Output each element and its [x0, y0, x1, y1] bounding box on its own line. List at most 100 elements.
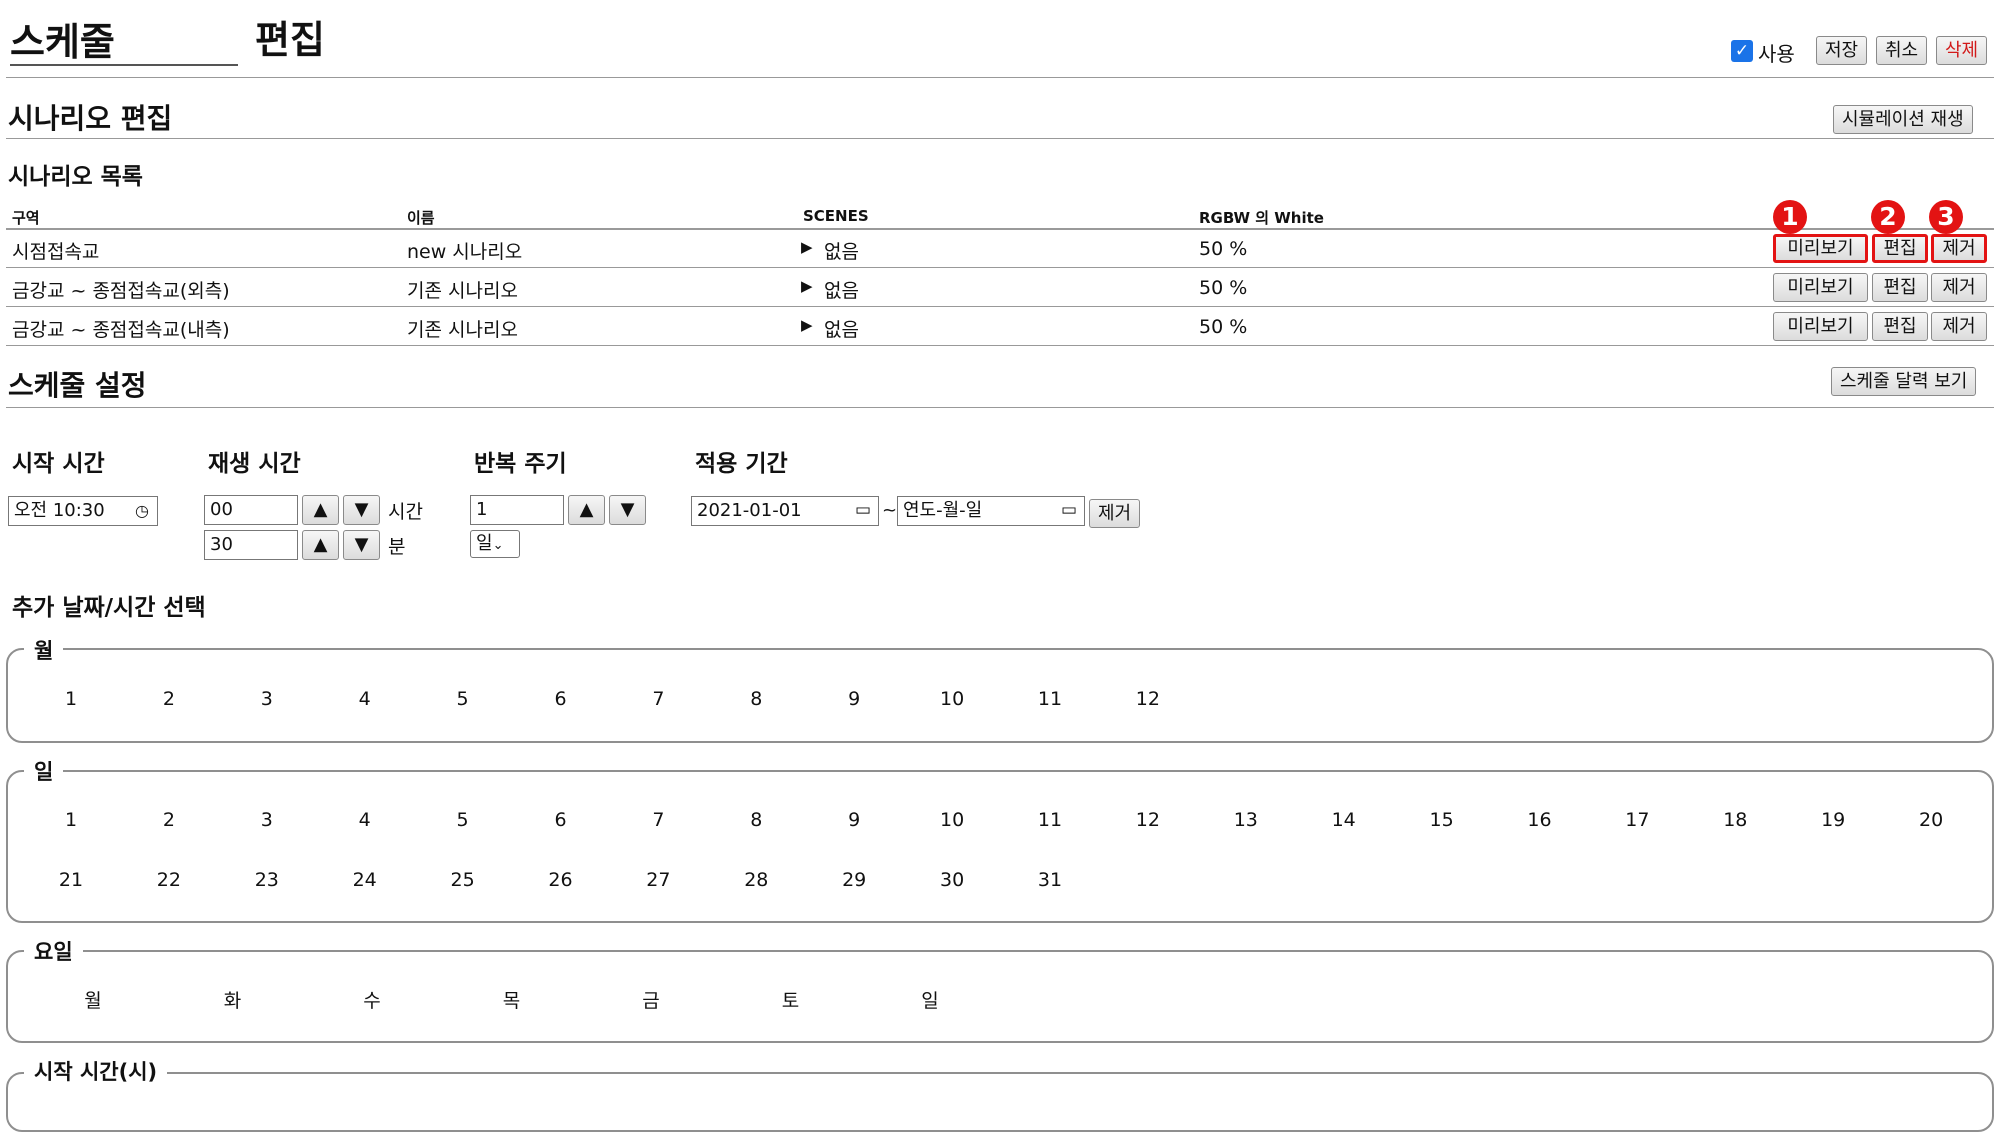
- month-option-7[interactable]: 7: [628, 688, 688, 710]
- scenario-list-heading: 시나리오 목록: [8, 164, 143, 190]
- month-option-3[interactable]: 3: [237, 688, 297, 710]
- save-button[interactable]: 저장: [1816, 36, 1868, 65]
- col-name: 이름: [407, 209, 435, 227]
- remove-button[interactable]: 제거: [1931, 312, 1987, 341]
- month-option-6[interactable]: 6: [531, 688, 591, 710]
- play-triangle-icon[interactable]: ▶: [801, 277, 813, 295]
- hours-unit: 시간: [388, 501, 423, 523]
- day-option-9[interactable]: 9: [824, 809, 884, 831]
- clock-icon[interactable]: ◷: [135, 497, 149, 524]
- row-name: 기존 시나리오: [407, 280, 518, 302]
- day-option-3[interactable]: 3: [237, 809, 297, 831]
- day-option-6[interactable]: 6: [531, 809, 591, 831]
- day-option-23[interactable]: 23: [237, 869, 297, 891]
- day-option-13[interactable]: 13: [1216, 809, 1276, 831]
- row-scenes: 없음: [824, 319, 859, 341]
- day-option-8[interactable]: 8: [726, 809, 786, 831]
- month-option-12[interactable]: 12: [1118, 688, 1178, 710]
- preview-button[interactable]: 미리보기: [1773, 234, 1868, 263]
- repeat-unit-select[interactable]: 일⌄: [470, 530, 520, 558]
- col-zone: 구역: [12, 209, 40, 227]
- day-option-4[interactable]: 4: [335, 809, 395, 831]
- col-white: RGBW 의 White: [1199, 209, 1324, 227]
- day-option-26[interactable]: 26: [531, 869, 591, 891]
- day-option-17[interactable]: 17: [1607, 809, 1667, 831]
- hours-down-button[interactable]: ▼: [343, 495, 380, 525]
- preview-button[interactable]: 미리보기: [1773, 312, 1868, 341]
- delete-button[interactable]: 삭제: [1936, 36, 1988, 65]
- remove-button[interactable]: 제거: [1931, 273, 1987, 302]
- day-option-29[interactable]: 29: [824, 869, 884, 891]
- day-option-14[interactable]: 14: [1314, 809, 1374, 831]
- month-option-11[interactable]: 11: [1020, 688, 1080, 710]
- row-zone: 금강교 ~ 종점접속교(외측): [12, 280, 230, 302]
- day-option-21[interactable]: 21: [41, 869, 101, 891]
- badge-2: 2: [1871, 200, 1905, 234]
- day-option-11[interactable]: 11: [1020, 809, 1080, 831]
- month-option-1[interactable]: 1: [41, 688, 101, 710]
- day-option-12[interactable]: 12: [1118, 809, 1178, 831]
- repeat-input[interactable]: 1: [470, 495, 564, 525]
- play-triangle-icon[interactable]: ▶: [801, 238, 813, 256]
- row-divider: [6, 345, 1994, 346]
- weekday-option-화[interactable]: 화: [203, 986, 263, 1013]
- day-option-7[interactable]: 7: [628, 809, 688, 831]
- day-fieldset: [6, 770, 1994, 923]
- simulation-play-button[interactable]: 시뮬레이션 재생: [1833, 105, 1973, 134]
- month-option-9[interactable]: 9: [824, 688, 884, 710]
- day-option-19[interactable]: 19: [1803, 809, 1863, 831]
- minutes-input[interactable]: 30: [204, 530, 298, 560]
- day-option-30[interactable]: 30: [922, 869, 982, 891]
- use-checkbox[interactable]: ✓: [1731, 40, 1753, 62]
- play-triangle-icon[interactable]: ▶: [801, 316, 813, 334]
- hours-input[interactable]: 00: [204, 495, 298, 525]
- start-time-input[interactable]: 오전 10:30 ◷: [8, 496, 158, 526]
- day-option-18[interactable]: 18: [1705, 809, 1765, 831]
- month-option-4[interactable]: 4: [335, 688, 395, 710]
- weekday-option-목[interactable]: 목: [482, 986, 542, 1013]
- cancel-button[interactable]: 취소: [1876, 36, 1928, 65]
- day-option-24[interactable]: 24: [335, 869, 395, 891]
- minutes-up-button[interactable]: ▲: [302, 530, 339, 560]
- month-legend: 월: [24, 639, 64, 663]
- repeat-down-button[interactable]: ▼: [609, 495, 646, 525]
- month-option-8[interactable]: 8: [726, 688, 786, 710]
- day-option-15[interactable]: 15: [1412, 809, 1472, 831]
- period-remove-button[interactable]: 제거: [1089, 499, 1141, 528]
- period-start-value: 2021-01-01: [697, 500, 802, 521]
- period-end-input[interactable]: 연도-월-일 ▭: [897, 496, 1085, 526]
- preview-button[interactable]: 미리보기: [1773, 273, 1868, 302]
- calendar-icon[interactable]: ▭: [855, 497, 871, 524]
- day-option-27[interactable]: 27: [628, 869, 688, 891]
- day-option-20[interactable]: 20: [1901, 809, 1961, 831]
- day-option-2[interactable]: 2: [139, 809, 199, 831]
- edit-button[interactable]: 편집: [1872, 234, 1928, 263]
- day-option-5[interactable]: 5: [433, 809, 493, 831]
- hours-up-button[interactable]: ▲: [302, 495, 339, 525]
- edit-button[interactable]: 편집: [1872, 312, 1928, 341]
- month-option-5[interactable]: 5: [433, 688, 493, 710]
- edit-button[interactable]: 편집: [1872, 273, 1928, 302]
- period-start-input[interactable]: 2021-01-01 ▭: [691, 496, 879, 526]
- schedule-calendar-button[interactable]: 스케줄 달력 보기: [1831, 367, 1977, 396]
- month-option-2[interactable]: 2: [139, 688, 199, 710]
- minutes-down-button[interactable]: ▼: [343, 530, 380, 560]
- day-option-16[interactable]: 16: [1510, 809, 1570, 831]
- day-option-25[interactable]: 25: [433, 869, 493, 891]
- weekday-option-월[interactable]: 월: [63, 986, 123, 1013]
- repeat-up-button[interactable]: ▲: [568, 495, 605, 525]
- weekday-option-일[interactable]: 일: [900, 986, 960, 1013]
- day-option-10[interactable]: 10: [922, 809, 982, 831]
- month-option-10[interactable]: 10: [922, 688, 982, 710]
- weekday-option-토[interactable]: 토: [761, 986, 821, 1013]
- day-option-1[interactable]: 1: [41, 809, 101, 831]
- weekday-option-수[interactable]: 수: [342, 986, 402, 1013]
- badge-1: 1: [1773, 200, 1807, 234]
- up-arrow-icon: ▲: [313, 499, 328, 520]
- calendar-icon[interactable]: ▭: [1061, 497, 1077, 524]
- day-option-22[interactable]: 22: [139, 869, 199, 891]
- remove-button[interactable]: 제거: [1931, 234, 1987, 263]
- weekday-option-금[interactable]: 금: [621, 986, 681, 1013]
- day-option-28[interactable]: 28: [726, 869, 786, 891]
- day-option-31[interactable]: 31: [1020, 869, 1080, 891]
